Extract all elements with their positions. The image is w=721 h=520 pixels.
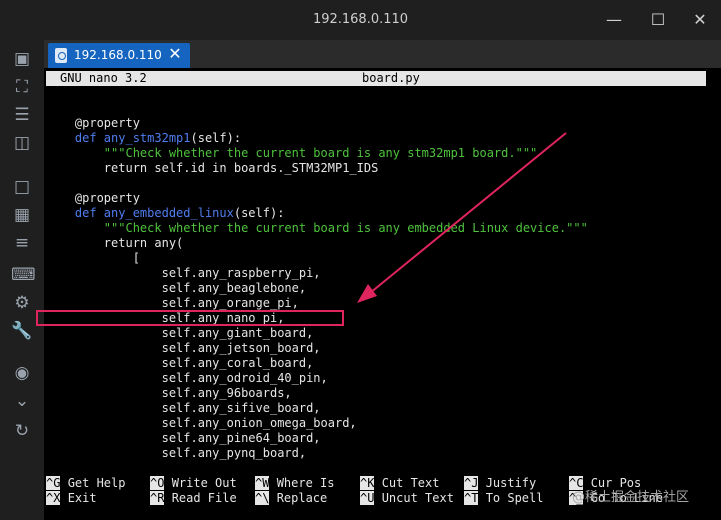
watermark: @稀土掘金技术社区 [572,490,690,505]
arrow-line [369,132,567,294]
arrow-head [357,284,377,303]
annotation-arrow [357,132,567,303]
